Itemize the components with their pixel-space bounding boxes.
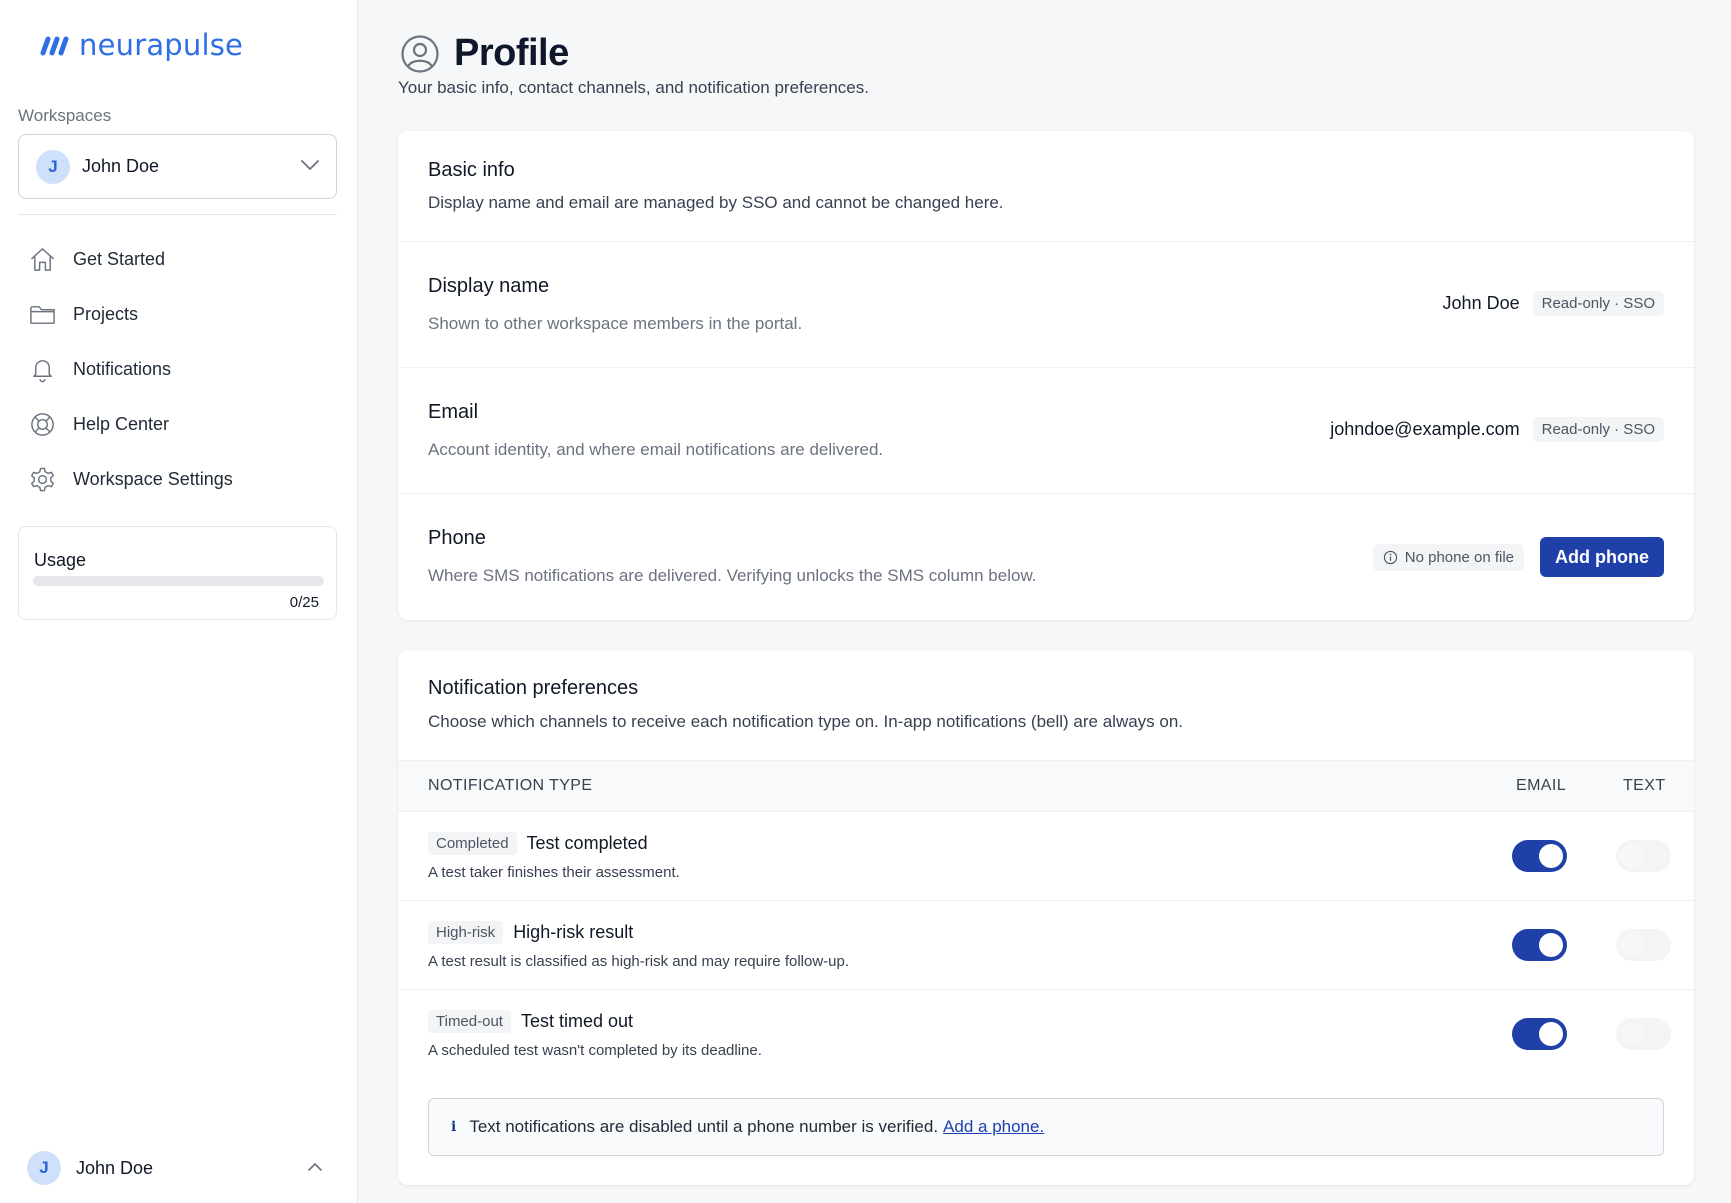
toggle-knob <box>1539 844 1563 868</box>
brand-logo[interactable]: neurapulse <box>37 28 243 62</box>
sidebar-item-projects[interactable]: Projects <box>18 287 337 342</box>
phone-help: Where SMS notifications are delivered. V… <box>428 566 1037 585</box>
sidebar-item-label: Workspace Settings <box>73 469 233 489</box>
text-toggle[interactable] <box>1616 1018 1671 1050</box>
table-header: NOTIFICATION TYPE EMAIL TEXT <box>398 760 1694 812</box>
email-help: Account identity, and where email notifi… <box>428 440 884 459</box>
toggle-knob <box>1620 1022 1644 1046</box>
user-circle-icon <box>401 34 439 73</box>
workspace-name: John Doe <box>82 156 160 176</box>
page-title: Profile <box>454 32 569 74</box>
phone-status-text: No phone on file <box>1404 548 1515 566</box>
section-description: Choose which channels to receive each no… <box>428 712 1184 731</box>
chevron-down-icon <box>301 160 319 170</box>
usage-title: Usage <box>34 550 87 570</box>
sidebar-item-notifications[interactable]: Notifications <box>18 342 337 397</box>
row-divider <box>398 241 1694 242</box>
user-name: John Doe <box>76 1157 154 1178</box>
toggle-knob <box>1620 933 1644 957</box>
workspace-selector[interactable]: J John Doe <box>18 134 337 199</box>
bell-icon <box>33 360 52 383</box>
email-toggle[interactable] <box>1512 840 1567 872</box>
page-header: Profile <box>400 32 569 75</box>
table-row: Completed Test completed A test taker fi… <box>398 812 1694 901</box>
text-toggle[interactable] <box>1616 840 1671 872</box>
phone-status-badge: No phone on file <box>1372 543 1525 571</box>
sidebar-item-label: Get Started <box>73 249 166 269</box>
text-toggle[interactable] <box>1616 929 1671 961</box>
page-subtitle: Your basic info, contact channels, and n… <box>398 78 869 97</box>
email-toggle[interactable] <box>1512 1018 1567 1050</box>
notification-tag: High-risk <box>428 921 504 944</box>
workspace-avatar: J <box>36 149 70 184</box>
toggle-knob <box>1539 933 1563 957</box>
row-divider <box>398 367 1694 368</box>
section-title: Notification preferences <box>428 677 639 699</box>
section-title: Basic info <box>428 159 515 181</box>
readonly-badge: Read-only · SSO <box>1532 417 1664 442</box>
notification-title: High-risk result <box>513 922 634 942</box>
display-name-help: Shown to other workspace members in the … <box>428 314 803 333</box>
info-circle-icon <box>1383 550 1397 564</box>
email-toggle[interactable] <box>1512 929 1567 961</box>
usage-progress-bar <box>33 576 324 586</box>
notification-title: Test timed out <box>520 1011 634 1031</box>
logo-mark-icon <box>40 36 69 56</box>
lifebuoy-icon <box>31 413 54 436</box>
column-header-email: EMAIL <box>1516 777 1567 794</box>
usage-count: 0/25 <box>289 594 319 611</box>
column-header-text: TEXT <box>1623 777 1666 794</box>
display-name-label: Display name <box>428 275 550 297</box>
usage-card: Usage 0/25 <box>18 526 337 620</box>
readonly-badge: Read-only · SSO <box>1532 291 1664 316</box>
notification-preferences-card: Notification preferences Choose which ch… <box>398 650 1694 1185</box>
row-heading: High-risk High-risk result <box>428 921 633 944</box>
folder-icon <box>30 306 55 324</box>
column-header-type: NOTIFICATION TYPE <box>428 777 593 794</box>
add-phone-link[interactable]: Add a phone. <box>943 1117 1044 1137</box>
phone-action-group: No phone on file Add phone <box>1372 537 1664 577</box>
sidebar: neurapulse Workspaces J John Doe Get Sta… <box>0 0 358 1203</box>
email-label: Email <box>428 401 479 423</box>
row-heading: Timed-out Test timed out <box>428 1010 633 1033</box>
email-value: johndoe@example.com <box>1330 419 1520 439</box>
phone-label: Phone <box>428 527 486 549</box>
gear-icon <box>30 467 55 492</box>
workspaces-label: Workspaces <box>18 106 112 125</box>
notification-description: A scheduled test wasn't completed by its… <box>428 1042 762 1059</box>
notification-tag: Completed <box>428 832 517 855</box>
sms-disabled-notice: i Text notifications are disabled until … <box>428 1098 1664 1156</box>
display-name-value: John Doe <box>1442 293 1520 313</box>
chevron-up-icon <box>308 1163 322 1171</box>
notification-description: A test taker finishes their assessment. <box>428 864 680 881</box>
sidebar-item-label: Projects <box>73 304 139 324</box>
info-icon: i <box>451 1119 457 1135</box>
email-value-group: johndoe@example.com Read-only · SSO <box>1330 417 1664 442</box>
basic-info-card: Basic info Display name and email are ma… <box>398 131 1694 620</box>
sidebar-divider <box>18 214 337 215</box>
user-avatar: J <box>27 1151 61 1185</box>
user-menu[interactable]: J John Doe <box>27 1150 337 1186</box>
row-divider <box>398 493 1694 494</box>
row-heading: Completed Test completed <box>428 832 648 855</box>
notice-text: Text notifications are disabled until a … <box>469 1117 939 1136</box>
sidebar-item-get-started[interactable]: Get Started <box>18 232 337 287</box>
brand-name: neurapulse <box>79 28 244 62</box>
sidebar-nav: Get Started Projects Notifications Help … <box>18 232 337 507</box>
notification-description: A test result is classified as high-risk… <box>428 953 850 970</box>
add-phone-button[interactable]: Add phone <box>1540 537 1664 577</box>
table-row: High-risk High-risk result A test result… <box>398 901 1694 990</box>
toggle-knob <box>1539 1022 1563 1046</box>
notification-title: Test completed <box>526 833 648 853</box>
section-description: Display name and email are managed by SS… <box>428 193 1004 212</box>
home-icon <box>31 248 54 271</box>
sidebar-item-label: Help Center <box>73 414 170 434</box>
notification-tag: Timed-out <box>428 1010 511 1033</box>
sidebar-item-workspace-settings[interactable]: Workspace Settings <box>18 452 337 507</box>
display-name-value-group: John Doe Read-only · SSO <box>1443 291 1664 316</box>
toggle-knob <box>1620 844 1644 868</box>
table-row: Timed-out Test timed out A scheduled tes… <box>398 990 1694 1079</box>
sidebar-item-label: Notifications <box>73 359 172 379</box>
sidebar-item-help-center[interactable]: Help Center <box>18 397 337 452</box>
